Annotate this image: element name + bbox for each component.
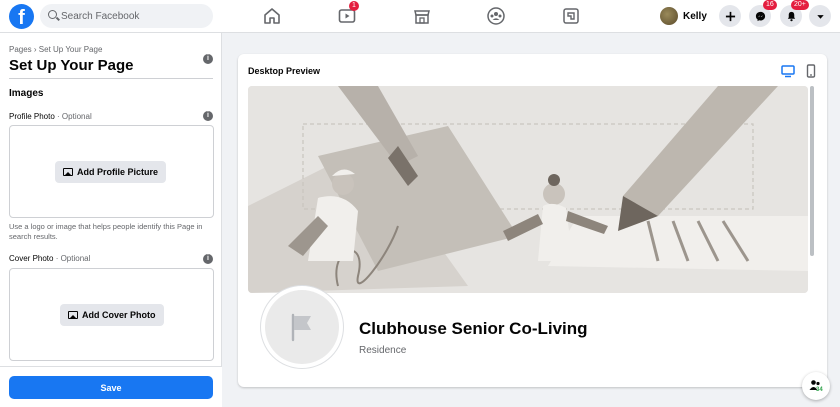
- bell-icon: [787, 11, 795, 21]
- caret-down-icon: [816, 14, 824, 19]
- notifications-button[interactable]: 20+: [780, 0, 809, 27]
- flag-icon: [291, 313, 311, 342]
- profile-photo-dropzone[interactable]: Add Profile Picture: [9, 125, 214, 218]
- profile-photo-label: Profile Photo · Optional: [9, 112, 92, 121]
- marketplace-icon: [414, 10, 430, 24]
- online-count: 34: [816, 387, 823, 393]
- groups-nav-tab[interactable]: [486, 6, 506, 26]
- profile-picture-placeholder: [260, 285, 344, 369]
- cover-photo-label: Cover Photo · Optional: [9, 254, 91, 263]
- profile-shortcut[interactable]: Kelly: [660, 4, 707, 28]
- watch-badge: 1: [349, 1, 359, 11]
- cover-illustration-art: [248, 86, 808, 293]
- home-nav-tab[interactable]: [262, 6, 282, 26]
- top-navigation-bar: f 1 Kelly 16 20+: [0, 0, 840, 33]
- page-category: Residence: [359, 345, 407, 356]
- info-icon[interactable]: i: [203, 111, 213, 121]
- setup-sidebar: Pages › Set Up Your Page Set Up Your Pag…: [0, 33, 222, 407]
- facebook-logo[interactable]: f: [9, 4, 34, 29]
- gaming-icon: [563, 8, 579, 24]
- desktop-preview-card: Desktop Preview Clubhouse Senior Co-Livi…: [238, 54, 827, 387]
- home-icon: [264, 8, 280, 24]
- search-bar[interactable]: [40, 4, 213, 28]
- avatar: [660, 7, 678, 25]
- save-bar: Save: [0, 366, 222, 407]
- watch-nav-tab[interactable]: 1: [337, 1, 359, 26]
- search-icon: [48, 10, 57, 19]
- cover-photo-dropzone[interactable]: Add Cover Photo: [9, 268, 214, 361]
- divider: [9, 78, 213, 79]
- cover-illustration: [248, 86, 808, 293]
- plus-icon: [725, 11, 735, 21]
- profile-photo-helper-text: Use a logo or image that helps people id…: [9, 222, 203, 241]
- groups-icon: [487, 7, 505, 25]
- marketplace-nav-tab[interactable]: [412, 6, 432, 26]
- create-button[interactable]: [719, 5, 741, 27]
- mobile-icon[interactable]: [804, 64, 818, 78]
- search-input[interactable]: [61, 7, 206, 25]
- image-icon: [63, 168, 73, 176]
- add-cover-photo-button[interactable]: Add Cover Photo: [60, 304, 164, 326]
- images-section-heading: Images: [9, 88, 44, 99]
- messenger-button[interactable]: 16: [749, 0, 777, 27]
- contacts-button[interactable]: 34: [802, 372, 830, 400]
- page-name: Clubhouse Senior Co-Living: [359, 319, 588, 338]
- messenger-badge: 16: [763, 0, 777, 10]
- notifications-badge: 20+: [791, 0, 809, 10]
- breadcrumb: Pages › Set Up Your Page: [9, 45, 103, 54]
- messenger-icon: [755, 11, 765, 21]
- desktop-icon[interactable]: [781, 64, 795, 78]
- account-menu-button[interactable]: [809, 5, 831, 27]
- info-icon[interactable]: i: [203, 254, 213, 264]
- add-profile-picture-button[interactable]: Add Profile Picture: [55, 161, 167, 183]
- preview-title: Desktop Preview: [248, 66, 321, 76]
- info-icon[interactable]: i: [203, 54, 213, 64]
- profile-name: Kelly: [683, 10, 707, 22]
- gaming-nav-tab[interactable]: [561, 6, 581, 26]
- image-icon: [68, 311, 78, 319]
- save-button[interactable]: Save: [9, 376, 213, 399]
- preview-scrollbar[interactable]: [810, 86, 814, 256]
- page-title: Set Up Your Page: [9, 57, 134, 74]
